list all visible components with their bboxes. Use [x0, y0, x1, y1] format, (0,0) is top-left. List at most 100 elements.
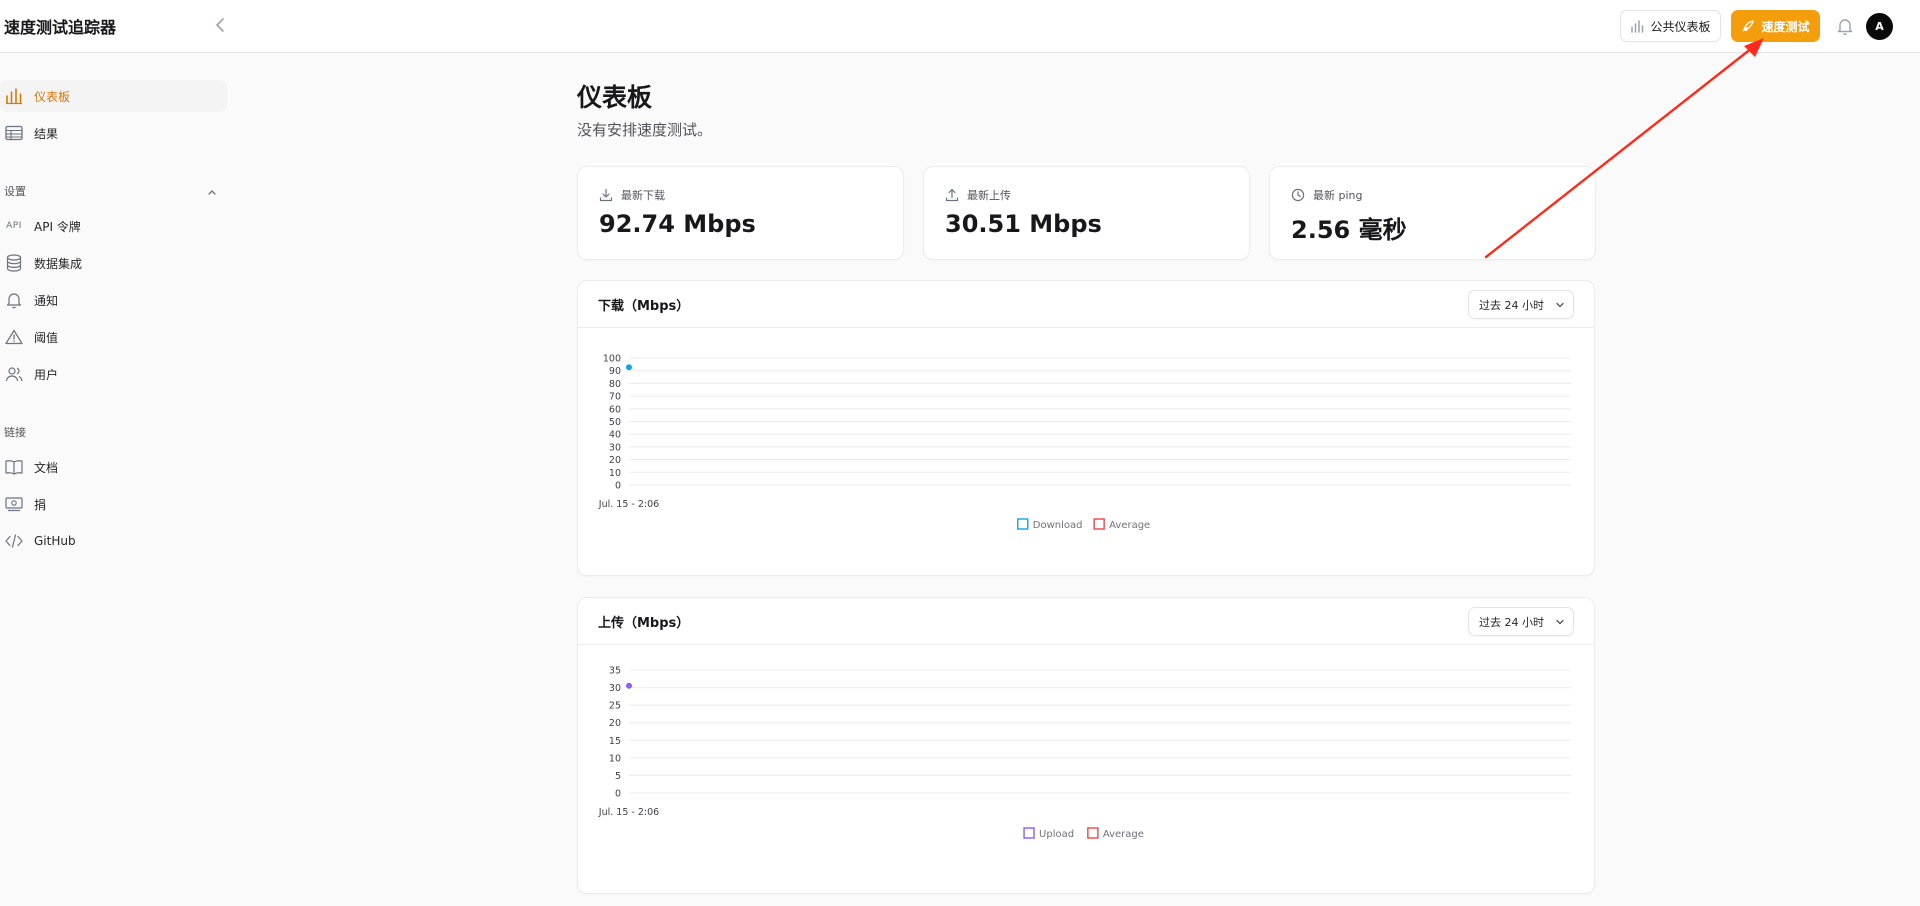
y-tick-label: 0 [615, 481, 621, 492]
sidebar-item-label: GitHub [34, 534, 76, 548]
period-select-value: 过去 24 小时 [1479, 298, 1544, 312]
sidebar-item-label: 结果 [34, 126, 59, 141]
chart-title: 下载（Mbps） [598, 299, 690, 314]
sidebar-item-data-integration[interactable]: 数据集成 [0, 247, 227, 279]
rocket-icon [1743, 20, 1755, 32]
data-point-upload [626, 682, 632, 689]
sidebar-item-thresholds[interactable]: 阈值 [0, 321, 227, 353]
y-tick-label: 40 [609, 430, 621, 441]
public-dashboard-button[interactable]: 公共仪表板 [1620, 10, 1721, 42]
upload-chart-card: 上传（Mbps） 过去 24 小时 0 5 10 15 20 25 30 35 Jul. 15 … [577, 597, 1595, 894]
bar-chart-icon [4, 86, 24, 106]
settings-group-label: 设置 [4, 185, 26, 198]
book-icon [4, 457, 24, 477]
chevron-up-icon [208, 190, 216, 195]
chevron-left-icon [216, 18, 224, 32]
legend-label-upload: Upload [1039, 829, 1074, 840]
chevron-down-icon [1556, 302, 1564, 307]
y-tick-label: 100 [603, 354, 621, 365]
collapse-sidebar-button[interactable] [212, 15, 230, 35]
sidebar-item-docs[interactable]: 文档 [0, 451, 227, 483]
sidebar-item-api-tokens[interactable]: API API 令牌 [0, 210, 227, 242]
download-chart: 0 10 20 3040 50 6070 80 90100 Jul. 15 - 2:06 Down… [598, 354, 1571, 531]
legend-swatch-upload [1023, 827, 1035, 839]
donate-icon [4, 494, 24, 514]
table-icon [4, 123, 24, 143]
bell-icon [4, 290, 24, 310]
y-tick-label: 10 [609, 468, 621, 479]
y-tick-label: 50 [609, 417, 621, 428]
database-icon [4, 253, 24, 273]
y-tick-label: 90 [609, 366, 621, 377]
public-dashboard-label: 公共仪表板 [1650, 19, 1711, 34]
legend-swatch-download [1017, 518, 1029, 530]
upload-chart: 0 5 10 15 20 25 30 35 Jul. 15 - 2:06 Upload Averag… [598, 666, 1571, 840]
sidebar-item-label: 文档 [34, 460, 59, 475]
top-bar: 速度测试追踪器 公共仪表板 速度测试 A [0, 0, 1920, 53]
legend-label-average: Average [1109, 520, 1150, 531]
y-tick-label: 30 [609, 442, 621, 453]
avatar[interactable]: A [1866, 13, 1893, 40]
sidebar-item-notifications[interactable]: 通知 [0, 284, 227, 316]
bar-chart-icon [1631, 20, 1644, 33]
y-tick-label: 60 [609, 404, 621, 415]
stat-label: 最新 ping [1313, 189, 1363, 202]
data-point-download [626, 364, 632, 371]
settings-collapse-toggle[interactable] [206, 183, 218, 195]
download-icon [599, 188, 613, 202]
stat-card-download: 最新下载 92.74 Mbps [577, 166, 904, 260]
chevron-down-icon [1556, 619, 1564, 624]
x-tick-label: Jul. 15 - 2:06 [598, 807, 659, 818]
y-tick-label: 20 [609, 455, 621, 466]
legend-label-average: Average [1103, 829, 1144, 840]
stat-label: 最新上传 [967, 189, 1011, 202]
speed-test-label: 速度测试 [1761, 19, 1810, 34]
period-select[interactable]: 过去 24 小时 [1468, 607, 1574, 636]
y-tick-label: 35 [609, 666, 621, 677]
sidebar-item-label: 数据集成 [34, 256, 83, 271]
upload-icon [945, 188, 959, 202]
sidebar-item-label: 通知 [34, 293, 59, 308]
sidebar-item-donate[interactable]: 捐 [0, 488, 227, 520]
sidebar-item-label: 阈值 [34, 330, 59, 345]
warning-icon [4, 327, 24, 347]
sidebar-item-label: 捐 [34, 497, 47, 512]
sidebar-item-dashboard[interactable]: 仪表板 [0, 80, 227, 112]
stat-value: 92.74 Mbps [599, 210, 756, 238]
legend-swatch-average [1093, 518, 1105, 530]
period-select-value: 过去 24 小时 [1479, 615, 1544, 629]
page-subtitle: 没有安排速度测试。 [577, 121, 713, 139]
stat-label: 最新下载 [621, 189, 665, 202]
y-tick-label: 15 [609, 736, 621, 747]
sidebar-item-users[interactable]: 用户 [0, 358, 227, 390]
y-tick-label: 10 [609, 753, 621, 764]
speed-test-button[interactable]: 速度测试 [1731, 10, 1820, 42]
stat-card-upload: 最新上传 30.51 Mbps [923, 166, 1250, 260]
app-title: 速度测试追踪器 [4, 18, 117, 37]
sidebar-item-results[interactable]: 结果 [0, 117, 227, 149]
download-chart-card: 下载（Mbps） 过去 24 小时 0 10 20 30 40 50 60 70 80 90 100… [577, 280, 1595, 576]
stat-card-ping: 最新 ping 2.56 毫秒 [1269, 166, 1596, 260]
y-tick-label: 30 [609, 683, 621, 694]
clock-icon [1291, 188, 1305, 202]
period-select[interactable]: 过去 24 小时 [1468, 290, 1574, 319]
sidebar-item-label: 用户 [34, 367, 59, 382]
stat-value: 2.56 毫秒 [1291, 216, 1407, 244]
code-icon [4, 531, 24, 551]
links-group-label: 链接 [4, 426, 26, 439]
y-tick-label: 0 [615, 789, 621, 800]
sidebar-item-github[interactable]: GitHub [0, 525, 227, 557]
api-icon: API [6, 221, 22, 231]
stat-value: 30.51 Mbps [945, 210, 1102, 238]
users-icon [4, 364, 24, 384]
x-tick-label: Jul. 15 - 2:06 [598, 499, 659, 510]
y-tick-label: 5 [615, 771, 621, 782]
page-title: 仪表板 [577, 83, 653, 112]
notifications-button[interactable] [1836, 16, 1854, 36]
y-tick-label: 25 [609, 701, 621, 712]
bell-icon [1837, 19, 1853, 35]
y-tick-label: 80 [609, 379, 621, 390]
y-tick-label: 70 [609, 392, 621, 403]
chart-title: 上传（Mbps） [598, 616, 690, 631]
sidebar-item-label: API 令牌 [34, 219, 81, 234]
